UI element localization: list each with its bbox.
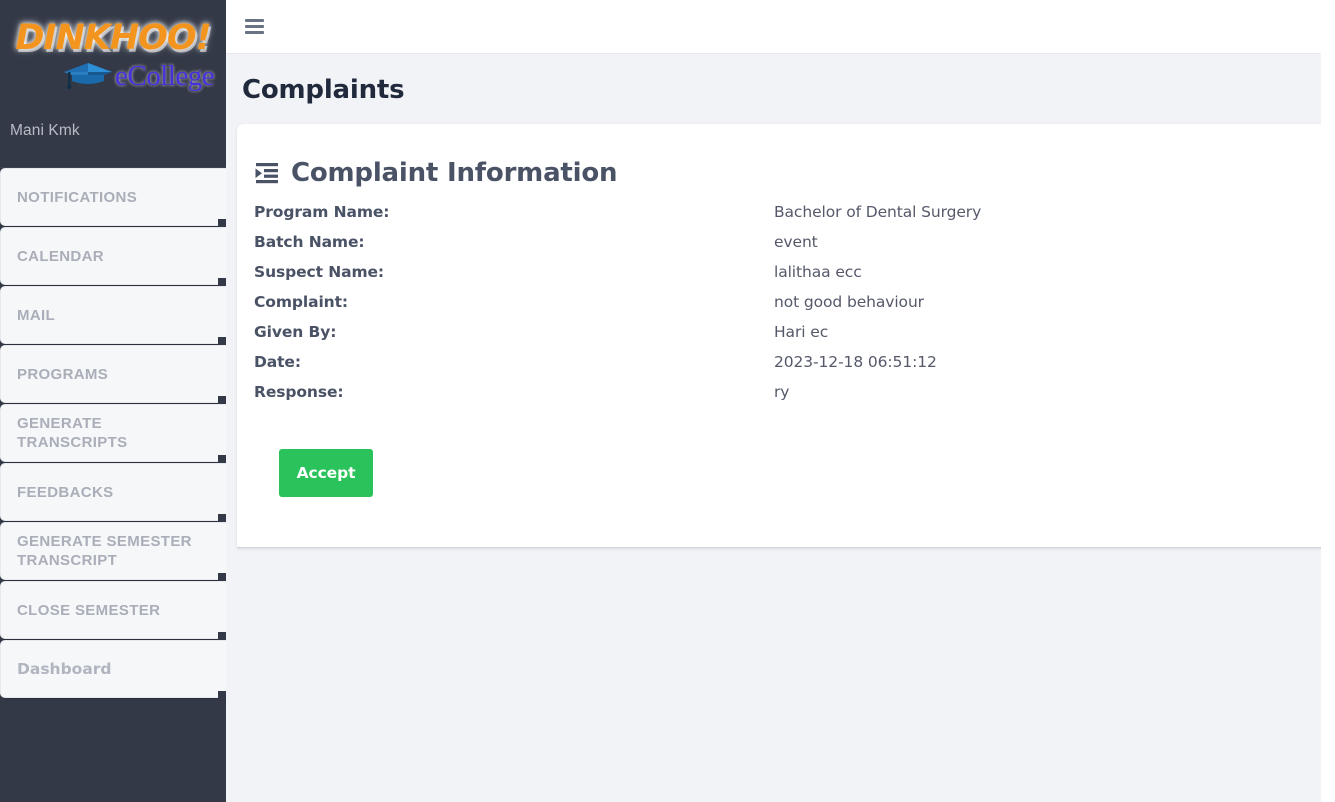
info-row: Complaint: not good behaviour <box>254 293 1304 323</box>
logo-subtitle: eCollege <box>62 60 215 92</box>
info-label: Date: <box>254 353 301 371</box>
section-title-text: Complaint Information <box>291 158 618 188</box>
sidebar-item-label: GENERATE SEMESTER TRANSCRIPT <box>17 533 192 569</box>
menu-edge-marker <box>218 691 226 699</box>
right-gutter <box>1321 0 1335 802</box>
sidebar-item-label: CLOSE SEMESTER <box>17 601 161 619</box>
info-value: 2023-12-18 06:51:12 <box>774 353 937 371</box>
menu-edge-marker <box>218 396 226 404</box>
logo-wordmark: DINKHOO! <box>14 17 213 59</box>
hamburger-bar <box>245 31 264 34</box>
info-label: Response: <box>254 383 344 401</box>
menu-edge-marker <box>218 455 226 463</box>
sidebar-item-label: Dashboard <box>17 659 112 678</box>
section-header: Complaint Information <box>254 158 1335 188</box>
sidebar-item-notifications[interactable]: NOTIFICATIONS <box>0 168 226 227</box>
menu-edge-marker <box>218 514 226 522</box>
app-logo[interactable]: DINKHOO! eCollege <box>0 12 226 104</box>
sidebar-item-generate-transcripts[interactable]: GENERATE TRANSCRIPTS <box>0 404 226 463</box>
sidebar-item-label: FEEDBACKS <box>17 483 114 501</box>
sidebar-brand: DINKHOO! eCollege Mani Kmk <box>0 0 226 168</box>
top-navbar <box>226 0 1335 54</box>
info-label: Batch Name: <box>254 233 365 251</box>
info-label: Suspect Name: <box>254 263 385 281</box>
info-row: Date: 2023-12-18 06:51:12 <box>254 353 1304 383</box>
sidebar: DINKHOO! eCollege Mani Kmk NOTIFICATIONS… <box>0 0 226 802</box>
sidebar-item-programs[interactable]: PROGRAMS <box>0 345 226 404</box>
info-value: ry <box>774 383 790 401</box>
menu-edge-marker <box>218 219 226 227</box>
complaint-info-table: Program Name: Bachelor of Dental Surgery… <box>254 203 1304 413</box>
info-value: Bachelor of Dental Surgery <box>774 203 982 221</box>
hamburger-bar <box>245 25 264 28</box>
info-label: Given By: <box>254 323 337 341</box>
sidebar-user-name: Mani Kmk <box>10 122 80 139</box>
info-row: Suspect Name: lalithaa ecc <box>254 263 1304 293</box>
sidebar-item-calendar[interactable]: CALENDAR <box>0 227 226 286</box>
page-header: Complaints <box>226 54 1335 125</box>
info-value: event <box>774 233 818 251</box>
sidebar-item-close-semester[interactable]: CLOSE SEMESTER <box>0 581 226 640</box>
sidebar-item-label: GENERATE TRANSCRIPTS <box>17 415 128 451</box>
info-value: lalithaa ecc <box>774 263 862 281</box>
complaint-card: Complaint Information Program Name: Bach… <box>237 124 1335 548</box>
info-row: Response: ry <box>254 383 1304 413</box>
info-value: Hari ec <box>774 323 829 341</box>
sidebar-menu: NOTIFICATIONS CALENDAR MAIL PROGRAMS GEN… <box>0 168 226 699</box>
graduation-cap-icon <box>62 60 114 92</box>
info-row: Program Name: Bachelor of Dental Surgery <box>254 203 1304 233</box>
accept-button[interactable]: Accept <box>279 449 373 497</box>
sidebar-item-feedbacks[interactable]: FEEDBACKS <box>0 463 226 522</box>
sidebar-item-mail[interactable]: MAIL <box>0 286 226 345</box>
app-root: DINKHOO! eCollege Mani Kmk NOTIFICATIONS… <box>0 0 1335 802</box>
hamburger-bar <box>245 19 264 22</box>
menu-edge-marker <box>218 573 226 581</box>
sidebar-item-label: CALENDAR <box>17 247 104 265</box>
sidebar-item-dashboard[interactable]: Dashboard <box>0 640 226 699</box>
sidebar-item-generate-semester-transcript[interactable]: GENERATE SEMESTER TRANSCRIPT <box>0 522 226 581</box>
menu-edge-marker <box>218 337 226 345</box>
page-title: Complaints <box>242 74 405 105</box>
indent-list-icon <box>254 161 280 185</box>
hamburger-icon[interactable] <box>245 19 264 34</box>
sidebar-item-label: MAIL <box>17 306 56 324</box>
complaint-card-body: Complaint Information Program Name: Bach… <box>237 124 1335 497</box>
sidebar-item-label: NOTIFICATIONS <box>17 188 138 206</box>
logo-ecollege-text: eCollege <box>115 60 215 92</box>
sidebar-item-label: PROGRAMS <box>17 365 109 383</box>
info-label: Complaint: <box>254 293 348 311</box>
info-label: Program Name: <box>254 203 390 221</box>
info-row: Given By: Hari ec <box>254 323 1304 353</box>
main-area: Complaints Complaint Information Program… <box>226 0 1335 802</box>
info-value: not good behaviour <box>774 293 924 311</box>
menu-edge-marker <box>218 278 226 286</box>
info-row: Batch Name: event <box>254 233 1304 263</box>
menu-edge-marker <box>218 632 226 640</box>
